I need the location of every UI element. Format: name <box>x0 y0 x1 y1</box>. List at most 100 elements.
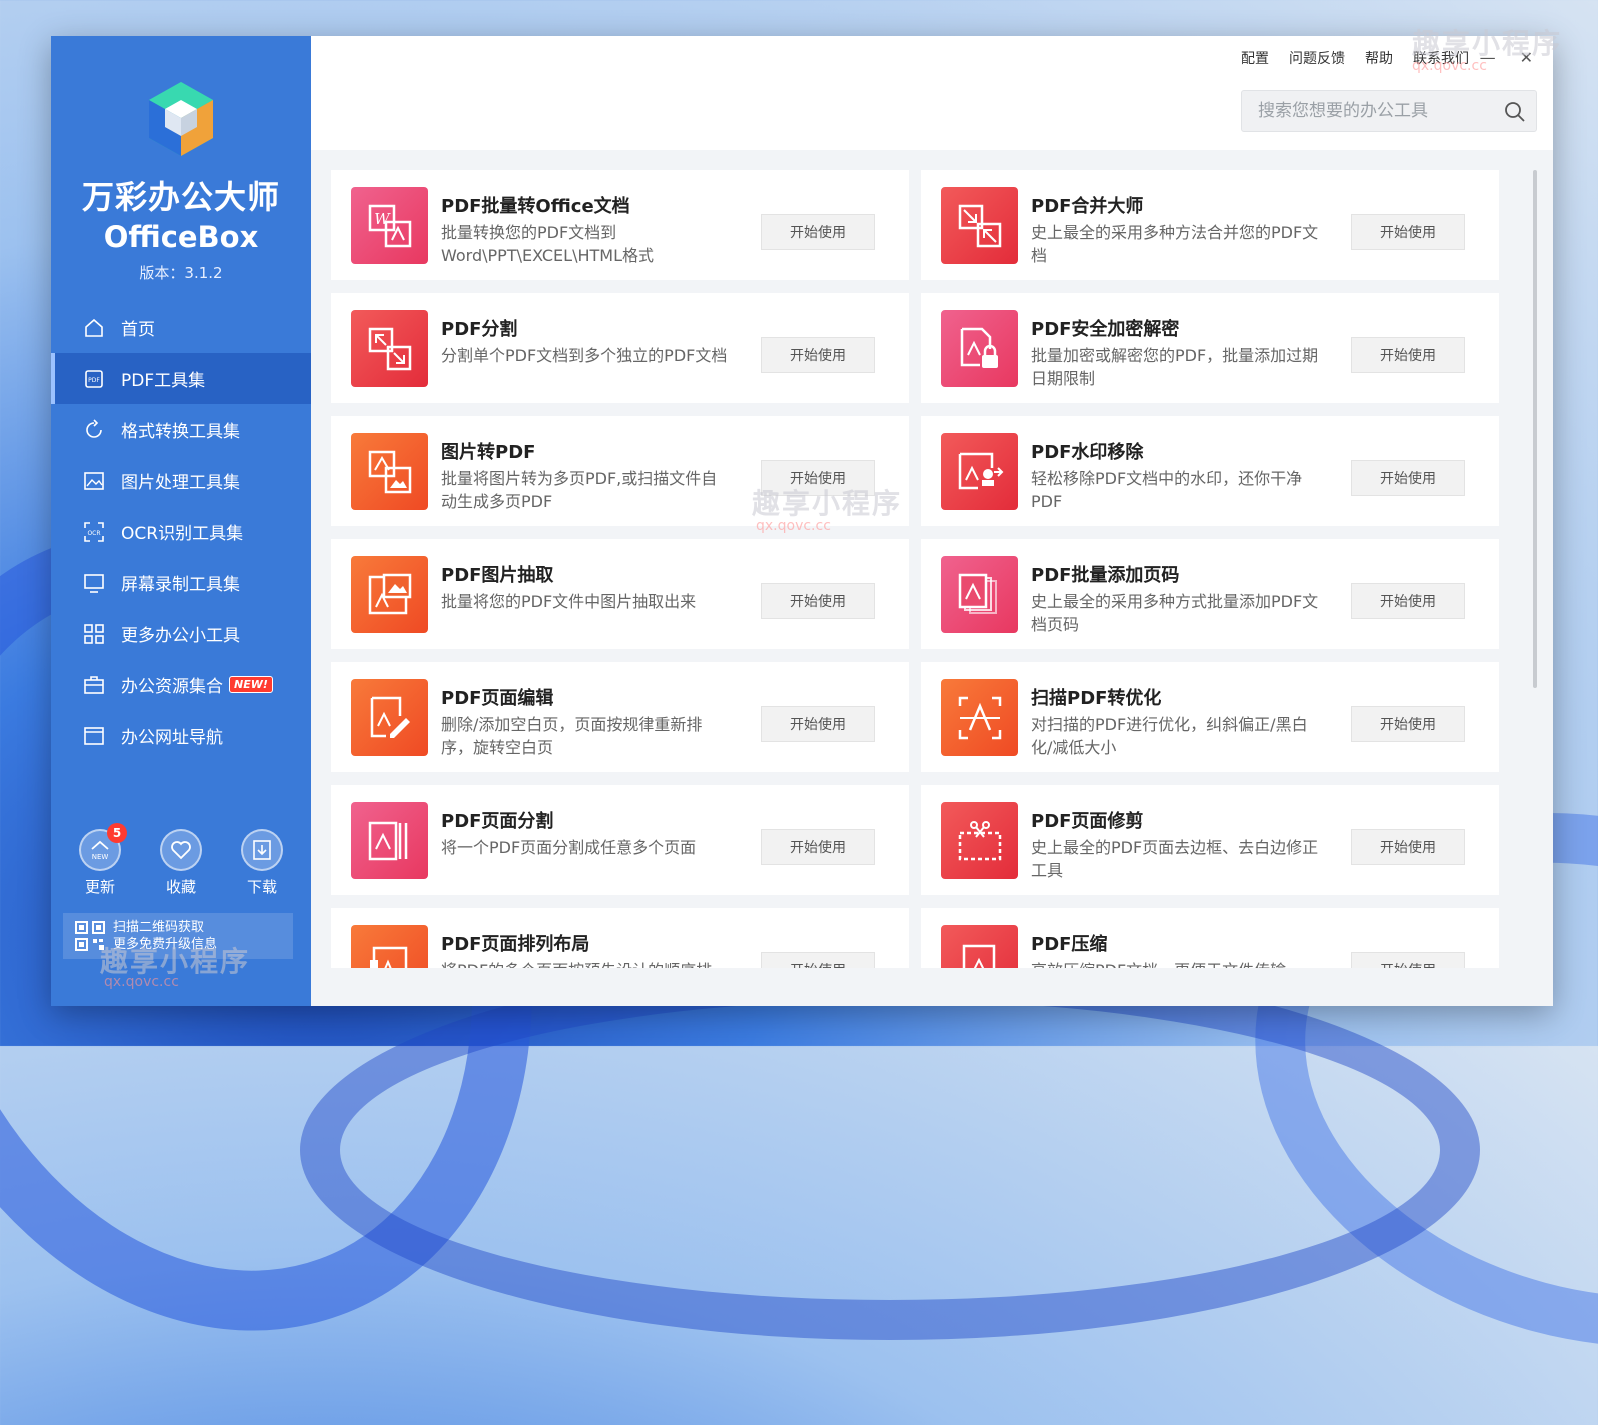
tool-title: PDF页面编辑 <box>441 688 554 709</box>
tool-card: W PDF批量转Office文档 批量转换您的PDF文档到Word\PPT\EX… <box>331 170 909 280</box>
tool-title: PDF合并大师 <box>1031 196 1144 217</box>
sidebar-item-label: 屏幕录制工具集 <box>121 575 240 595</box>
lock-icon <box>941 310 1018 387</box>
start-button[interactable]: 开始使用 <box>761 214 875 250</box>
browser-icon <box>83 725 105 747</box>
image-icon <box>83 470 105 492</box>
minimize-button[interactable]: — <box>1480 48 1496 67</box>
tool-card: PDF图片抽取 批量将您的PDF文件中图片抽取出来 开始使用 <box>331 539 909 649</box>
config-link[interactable]: 配置 <box>1241 48 1269 68</box>
start-button[interactable]: 开始使用 <box>761 952 875 968</box>
top-links: 配置 问题反馈 帮助 联系我们 <box>1241 48 1469 68</box>
sidebar-item-home[interactable]: 首页 <box>51 302 311 353</box>
update-icon-text: NEW <box>92 853 109 861</box>
pdf-icon: PDF <box>83 368 105 390</box>
start-button[interactable]: 开始使用 <box>1351 952 1465 968</box>
tool-title: PDF批量转Office文档 <box>441 196 630 217</box>
tool-description: 将PDF的多个页面按预先设计的顺序排 <box>441 959 733 968</box>
app-branding: 万彩办公大师 OfficeBox 版本：3.1.2 <box>51 80 311 283</box>
start-button[interactable]: 开始使用 <box>1351 460 1465 496</box>
app-logo-icon <box>149 82 213 156</box>
contact-link[interactable]: 联系我们 <box>1413 48 1469 68</box>
wallpaper-swirl <box>300 960 1480 1340</box>
qr-promo[interactable]: 扫描二维码获取 更多免费升级信息 <box>63 913 293 959</box>
start-button[interactable]: 开始使用 <box>761 337 875 373</box>
sidebar: 万彩办公大师 OfficeBox 版本：3.1.2 首页 PDF PDF工具集 … <box>51 36 311 1006</box>
page-number-icon <box>941 556 1018 633</box>
home-icon <box>83 317 105 339</box>
start-button[interactable]: 开始使用 <box>1351 337 1465 373</box>
tool-title: PDF分割 <box>441 319 518 340</box>
sidebar-nav: 首页 PDF PDF工具集 格式转换工具集 图片处理工具集 OCR OCR识别工… <box>51 302 311 761</box>
page-edit-icon <box>351 679 428 756</box>
search-input[interactable] <box>1242 100 1500 122</box>
start-button[interactable]: 开始使用 <box>761 706 875 742</box>
svg-text:PDF: PDF <box>88 377 100 384</box>
start-button[interactable]: 开始使用 <box>761 583 875 619</box>
tool-title: PDF安全加密解密 <box>1031 319 1180 340</box>
tool-title: PDF批量添加页码 <box>1031 565 1180 586</box>
ocr-icon: OCR <box>83 521 105 543</box>
download-icon <box>241 829 283 871</box>
tool-description: 轻松移除PDF文档中的水印，还你干净PDF <box>1031 469 1303 511</box>
tool-card: PDF批量添加页码 史上最全的采用多种方式批量添加PDF文档页码 开始使用 <box>921 539 1499 649</box>
sidebar-item-label: 办公资源集合 <box>121 677 223 697</box>
window-controls: — ✕ <box>1480 48 1533 67</box>
search-icon[interactable] <box>1504 101 1526 123</box>
watermark-remove-icon <box>941 433 1018 510</box>
start-button[interactable]: 开始使用 <box>761 829 875 865</box>
sidebar-bottom-actions: NEW 5 更新 收藏 下载 <box>65 823 297 897</box>
start-button[interactable]: 开始使用 <box>1351 706 1465 742</box>
update-button[interactable]: NEW 5 更新 <box>65 823 135 897</box>
close-button[interactable]: ✕ <box>1520 48 1533 67</box>
grid-icon <box>83 623 105 645</box>
heart-icon <box>160 829 202 871</box>
top-bar: 配置 问题反馈 帮助 联系我们 — ✕ <box>311 36 1553 150</box>
app-name-en: OfficeBox <box>103 220 259 254</box>
start-button[interactable]: 开始使用 <box>1351 583 1465 619</box>
sidebar-item-label: 图片处理工具集 <box>121 473 240 493</box>
tool-description: 史上最全的采用多种方式批量添加PDF文档页码 <box>1031 592 1319 634</box>
search-box <box>1241 90 1537 132</box>
tool-grid: W PDF批量转Office文档 批量转换您的PDF文档到Word\PPT\EX… <box>331 170 1499 968</box>
start-button[interactable]: 开始使用 <box>1351 214 1465 250</box>
convert-icon <box>83 418 105 441</box>
sidebar-item-image-tools[interactable]: 图片处理工具集 <box>51 455 311 506</box>
tool-description: 史上最全的PDF页面去边框、去白边修正工具 <box>1031 838 1319 880</box>
help-link[interactable]: 帮助 <box>1365 48 1393 68</box>
sidebar-item-office-resources[interactable]: 办公资源集合 NEW! <box>51 659 311 710</box>
tool-title: PDF页面排列布局 <box>441 934 590 955</box>
tool-title: PDF水印移除 <box>1031 442 1144 463</box>
start-button[interactable]: 开始使用 <box>761 460 875 496</box>
download-button[interactable]: 下载 <box>227 829 297 897</box>
sidebar-item-label: 办公网址导航 <box>121 728 223 748</box>
sidebar-item-label: 格式转换工具集 <box>121 422 240 442</box>
tool-description: 高效压缩PDF文档，更便于文件传输 <box>1031 959 1323 968</box>
qr-text: 扫描二维码获取 更多免费升级信息 <box>113 919 217 953</box>
sidebar-item-screen-record[interactable]: 屏幕录制工具集 <box>51 557 311 608</box>
sidebar-item-more-tools[interactable]: 更多办公小工具 <box>51 608 311 659</box>
sidebar-item-ocr-tools[interactable]: OCR OCR识别工具集 <box>51 506 311 557</box>
monitor-icon <box>83 572 105 594</box>
start-button[interactable]: 开始使用 <box>1351 829 1465 865</box>
tool-card: 图片转PDF 批量将图片转为多页PDF,或扫描文件自动生成多页PDF 开始使用 <box>331 416 909 526</box>
tool-description: 史上最全的采用多种方法合并您的PDF文档 <box>1031 223 1319 265</box>
tool-title: 扫描PDF转优化 <box>1031 688 1162 709</box>
tool-card: PDF水印移除 轻松移除PDF文档中的水印，还你干净PDF 开始使用 <box>921 416 1499 526</box>
tool-title: PDF压缩 <box>1031 934 1108 955</box>
sidebar-item-pdf-tools[interactable]: PDF PDF工具集 <box>51 353 311 404</box>
page-split-icon <box>351 802 428 879</box>
sidebar-item-web-nav[interactable]: 办公网址导航 <box>51 710 311 761</box>
sidebar-item-label: 更多办公小工具 <box>121 626 240 646</box>
sidebar-item-format-convert[interactable]: 格式转换工具集 <box>51 404 311 455</box>
scrollbar[interactable] <box>1533 170 1537 688</box>
split-icon <box>351 310 428 387</box>
compress-icon <box>941 925 1018 968</box>
qr-line-1: 扫描二维码获取 <box>113 920 205 935</box>
tool-description: 批量将图片转为多页PDF,或扫描文件自动生成多页PDF <box>441 469 718 511</box>
feedback-link[interactable]: 问题反馈 <box>1289 48 1345 68</box>
update-label: 更新 <box>84 878 115 896</box>
favorite-button[interactable]: 收藏 <box>146 829 216 897</box>
tool-description: 将一个PDF页面分割成任意多个页面 <box>441 838 697 857</box>
tool-card: PDF页面排列布局 将PDF的多个页面按预先设计的顺序排 开始使用 <box>331 908 909 968</box>
